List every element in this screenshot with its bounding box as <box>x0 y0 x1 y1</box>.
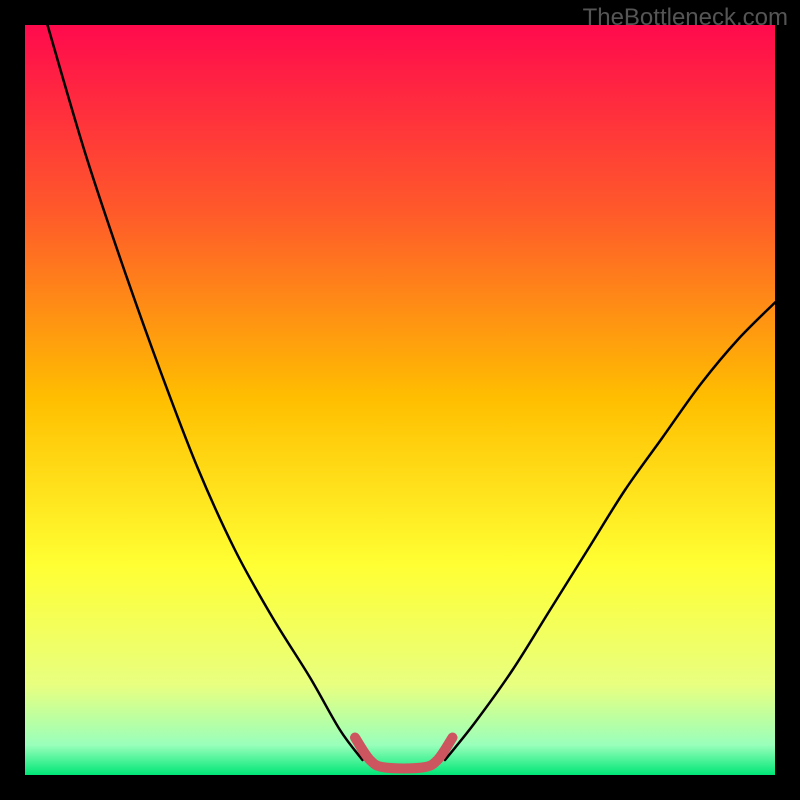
gradient-background <box>25 25 775 775</box>
chart-container: TheBottleneck.com <box>0 0 800 800</box>
watermark-text: TheBottleneck.com <box>583 4 788 32</box>
plot-area <box>25 25 775 775</box>
chart-svg <box>25 25 775 775</box>
